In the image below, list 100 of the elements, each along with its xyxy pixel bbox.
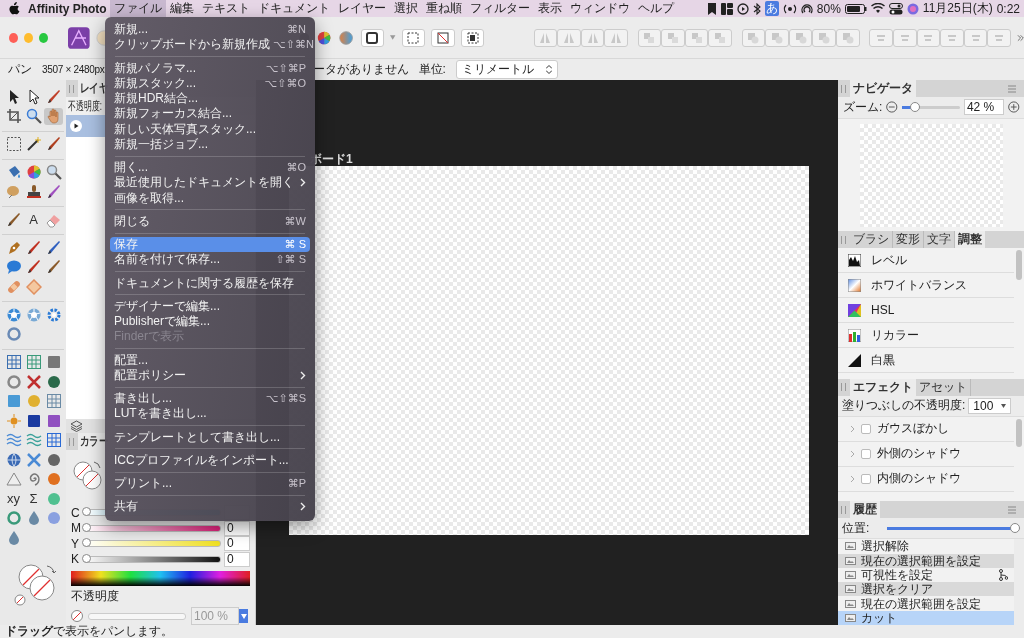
history-label: 選択をクリア xyxy=(861,582,933,597)
menu-label: デザイナーで編集... xyxy=(114,297,220,315)
tool-button[interactable]: Σ xyxy=(24,490,43,507)
zoom-field[interactable]: 42 % xyxy=(963,99,1005,116)
panel-tab[interactable]: アセット xyxy=(916,378,971,396)
menu-item[interactable]: ICCプロファイルをインポート... xyxy=(110,452,310,468)
adjustment-label: HSL xyxy=(871,303,895,318)
panel-tab[interactable]: 履歴 xyxy=(850,501,880,519)
menu-item[interactable]: ファイル xyxy=(109,0,166,17)
menu-item[interactable]: 編集 xyxy=(165,0,198,17)
menu-item[interactable]: 開く... ⌘O xyxy=(110,160,310,176)
adjustment-item[interactable]: 白黒 xyxy=(838,348,1014,374)
channel-label: K xyxy=(71,552,80,567)
time[interactable]: 0:22 xyxy=(996,1,1020,16)
keyboard-shortcut: ⌥⇧⌘S xyxy=(265,392,306,406)
menu-label: 新規パノラマ... xyxy=(114,59,196,77)
menu-item[interactable]: Publisherで編集... xyxy=(110,314,310,330)
channel-value-field[interactable]: 0 xyxy=(224,536,250,552)
menu-item[interactable]: 画像を取得... xyxy=(110,190,310,206)
channel-label: C xyxy=(71,505,80,520)
menu-item[interactable]: 最近使用したドキュメントを開く xyxy=(110,175,310,191)
fill-opacity-dropdown[interactable]: 100 xyxy=(968,397,1012,414)
artboard-label: ボード1 xyxy=(309,151,354,166)
menu-item[interactable]: ドキュメント xyxy=(253,0,334,17)
document-dimensions: 3507 × 2480px xyxy=(42,64,105,75)
keyboard-shortcut: ⌥⇧⌘P xyxy=(265,61,306,75)
menu-item[interactable]: ヘルプ xyxy=(633,0,678,17)
menu-item[interactable]: 新規パノラマ... ⌥⇧⌘P xyxy=(110,60,310,76)
keyboard-shortcut: ⌘ S xyxy=(284,238,306,252)
menu-item[interactable]: レイヤー xyxy=(333,0,390,17)
menu-label: 新規フォーカス結合... xyxy=(114,105,232,123)
menu-item[interactable]: 閉じる ⌘W xyxy=(110,213,310,229)
menu-item[interactable]: 選択 xyxy=(389,0,422,17)
metadata-status: ータがありません xyxy=(312,61,409,78)
tool-button[interactable]: A xyxy=(24,211,43,228)
menu-item[interactable]: テンプレートとして書き出し... xyxy=(110,429,310,445)
panel-tab[interactable]: ナビゲータ xyxy=(850,80,916,97)
zoom-label: ズーム: xyxy=(843,98,883,116)
date[interactable]: 11月25日(木) xyxy=(922,0,993,17)
history-label: 選択解除 xyxy=(861,539,909,554)
menu-label: テンプレートとして書き出し... xyxy=(114,428,280,446)
adjustment-label: ホワイトバランス xyxy=(871,276,967,294)
menu-item[interactable]: 新規一括ジョブ... xyxy=(110,136,310,152)
menu-item[interactable]: フィルター xyxy=(465,0,534,17)
history-label: 可視性を設定 xyxy=(861,567,933,582)
menu-item[interactable]: 表示 xyxy=(533,0,566,17)
channel-label: Y xyxy=(71,536,80,551)
adjustment-item[interactable]: リカラー xyxy=(838,323,1014,349)
menu-item[interactable]: ウィンドウ xyxy=(565,0,634,17)
menu-item[interactable]: プリント... ⌘P xyxy=(110,476,310,492)
channel-label: M xyxy=(71,521,80,536)
adjustment-label: 白黒 xyxy=(871,351,895,369)
battery-percentage: 80% xyxy=(816,1,841,16)
history-label: カット xyxy=(861,610,897,625)
menu-label: 開く... xyxy=(114,159,148,176)
keyboard-shortcut: ⌘P xyxy=(287,477,306,491)
menu-item[interactable]: 新規スタック... ⌥⇧⌘O xyxy=(110,75,310,91)
menu-label: Publisherで編集... xyxy=(114,313,211,330)
menu-item[interactable]: 重ね順 xyxy=(421,0,466,17)
menu-item[interactable]: 新しい天体写真スタック... xyxy=(110,121,310,137)
adjustment-label: リカラー xyxy=(871,326,919,344)
opacity-label: 不透明度 xyxy=(70,588,120,605)
menu-label: ドキュメントに関する履歴を保存 xyxy=(114,274,294,292)
app-name-menu[interactable]: Affinity Photo xyxy=(28,1,110,16)
channel-value-field[interactable]: 0 xyxy=(224,551,250,567)
keyboard-shortcut: ⇧⌘ S xyxy=(275,253,306,267)
effect-label: ガウスぼかし xyxy=(877,420,949,437)
menu-item[interactable]: 共有 xyxy=(110,499,310,515)
adjustment-item[interactable]: レベル xyxy=(838,248,1014,274)
history-entry[interactable]: 現在の選択範囲を設定 xyxy=(838,596,1014,611)
history-label: 現在の選択範囲を設定 xyxy=(861,596,981,611)
unit-label: 単位: xyxy=(418,61,446,78)
keyboard-shortcut: ⌥⇧⌘N xyxy=(273,38,314,52)
menu-label: 新規スタック... xyxy=(114,74,196,92)
position-label: 位置: xyxy=(842,519,870,537)
menu-item[interactable]: LUTを書き出し... xyxy=(110,406,310,422)
history-entry[interactable]: 選択解除 xyxy=(838,539,1014,554)
adjustment-item[interactable]: HSL xyxy=(838,298,1014,324)
menu-label: LUTを書き出し... xyxy=(114,405,207,423)
panel-tab[interactable]: 調整 xyxy=(955,231,985,249)
history-label: 現在の選択範囲を設定 xyxy=(861,553,981,568)
menu-item[interactable]: 配置ポリシー xyxy=(110,367,310,383)
menu-item[interactable]: 配置... xyxy=(110,352,310,368)
menu-item[interactable]: デザイナーで編集... xyxy=(110,298,310,314)
unit-dropdown[interactable]: ミリメートル xyxy=(455,60,558,79)
menu-item[interactable]: 書き出し... ⌥⇧⌘S xyxy=(110,391,310,407)
menu-item[interactable]: 新規... ⌘N xyxy=(110,22,310,38)
menu-label: 新規一括ジョブ... xyxy=(114,135,208,153)
menu-label: プリント... xyxy=(114,475,172,493)
menu-label: クリップボードから新規作成 xyxy=(114,36,270,54)
adjustment-item[interactable]: ホワイトバランス xyxy=(838,273,1014,299)
menu-item[interactable]: 新規フォーカス結合... xyxy=(110,106,310,122)
tool-button[interactable]: xy xyxy=(4,490,23,507)
menu-item[interactable]: 名前を付けて保存... ⇧⌘ S xyxy=(110,252,310,268)
history-entry[interactable]: 選択をクリア xyxy=(838,582,1014,597)
input-method-indicator[interactable]: あ xyxy=(764,1,779,16)
menu-item[interactable]: 新規HDR結合... xyxy=(110,91,310,107)
menu-item[interactable]: ドキュメントに関する履歴を保存 xyxy=(110,275,310,291)
menu-label: 新しい天体写真スタック... xyxy=(114,120,256,138)
menu-item[interactable]: テキスト xyxy=(197,0,254,17)
